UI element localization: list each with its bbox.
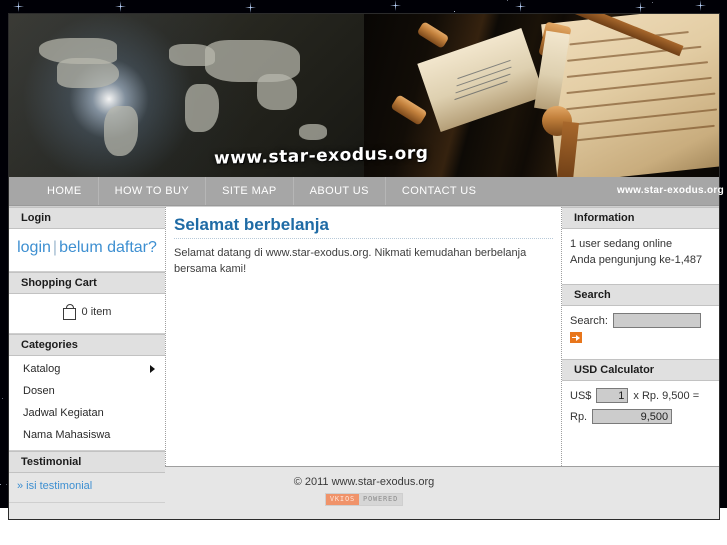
login-link[interactable]: login [17, 239, 51, 256]
information-panel: Information 1 user sedang online Anda pe… [562, 207, 719, 277]
badge-powered-label: POWERED [358, 494, 403, 505]
login-panel-body: login | belum daftar? [9, 229, 165, 271]
visitor-count-text: Anda pengunjung ke-1,487 [570, 254, 703, 266]
welcome-text: Selamat datang di www.star-exodus.org. N… [174, 247, 527, 275]
categories-title: Categories [9, 334, 165, 356]
usd-amount-input[interactable] [596, 388, 629, 403]
usd-rate-text: x Rp. 9,500 = [633, 389, 700, 402]
search-title: Search [562, 284, 719, 306]
shopping-bag-icon [62, 304, 76, 320]
nav-item-about-us[interactable]: ABOUT US [294, 177, 386, 205]
main-navigation: HOME HOW TO BUY SITE MAP ABOUT US CONTAC… [9, 177, 724, 206]
testimonial-link[interactable]: » isi testimonial [17, 480, 92, 492]
nav-item-how-to-buy[interactable]: HOW TO BUY [99, 177, 207, 205]
panel-spacer-2 [562, 352, 719, 359]
category-label: Dosen [23, 385, 55, 397]
category-item-katalog[interactable]: Katalog [9, 358, 165, 380]
shopping-cart-title: Shopping Cart [9, 272, 165, 294]
category-label: Nama Mahasiswa [23, 429, 111, 441]
search-input[interactable] [612, 313, 701, 328]
search-panel: Search Search: [562, 284, 719, 352]
page-title: Selamat berbelanja [174, 215, 553, 239]
nav-item-site-map[interactable]: SITE MAP [206, 177, 294, 205]
usd-calculator-title: USD Calculator [562, 359, 719, 381]
users-online-text: 1 user sedang online [570, 238, 673, 250]
shopping-cart-body[interactable]: 0 item [9, 294, 165, 333]
chevron-right-icon [150, 365, 155, 373]
categories-list: Katalog Dosen Jadwal Kegiatan Nama Mahas… [9, 356, 165, 450]
page-content: Login login | belum daftar? Shopping Cart … [9, 206, 719, 503]
login-panel: Login login | belum daftar? [9, 207, 165, 272]
categories-panel: Categories Katalog Dosen Jadwal Kegiatan… [9, 334, 165, 451]
category-label: Katalog [23, 363, 61, 375]
login-separator: | [52, 239, 58, 256]
right-sidebar: Information 1 user sedang online Anda pe… [562, 207, 719, 466]
site-banner: www.star-exodus.org [9, 14, 719, 177]
information-title: Information [562, 207, 719, 229]
usd-currency-label: US$ [570, 389, 592, 402]
category-item-jadwal-kegiatan[interactable]: Jadwal Kegiatan [9, 402, 165, 424]
search-submit-button[interactable] [570, 332, 582, 343]
usd-calculator-panel: USD Calculator US$ x Rp. 9,500 = Rp. [562, 359, 719, 439]
testimonial-body: » isi testimonial [9, 473, 165, 502]
register-link[interactable]: belum daftar? [59, 239, 157, 256]
badge-vendor-label: VKIOS [325, 494, 359, 505]
information-body: 1 user sedang online Anda pengunjung ke-… [562, 229, 719, 277]
cart-item-count: 0 item [81, 305, 112, 318]
nav-item-contact-us[interactable]: CONTACT US [386, 177, 493, 205]
login-panel-title: Login [9, 207, 165, 229]
category-item-nama-mahasiswa[interactable]: Nama Mahasiswa [9, 424, 165, 446]
testimonial-title: Testimonial [9, 451, 165, 473]
search-body: Search: [562, 306, 719, 352]
usd-result-label: Rp. [570, 410, 588, 423]
search-label: Search: [570, 314, 608, 327]
category-item-dosen[interactable]: Dosen [9, 380, 165, 402]
nav-item-home[interactable]: HOME [31, 177, 99, 205]
shopping-cart-panel: Shopping Cart 0 item [9, 272, 165, 334]
panel-spacer-1 [562, 277, 719, 284]
main-column: Selamat berbelanja Selamat datang di www… [166, 207, 562, 466]
left-sidebar: Login login | belum daftar? Shopping Cart … [9, 207, 166, 503]
nav-site-url: www.star-exodus.org [616, 185, 724, 196]
powered-by-badge[interactable]: VKIOS POWERED [324, 493, 404, 506]
usd-calculator-body: US$ x Rp. 9,500 = Rp. [562, 381, 719, 439]
usd-result-field [592, 409, 673, 424]
testimonial-panel: Testimonial » isi testimonial [9, 451, 165, 503]
category-label: Jadwal Kegiatan [23, 407, 104, 419]
site-page: www.star-exodus.org HOME HOW TO BUY SITE… [8, 13, 724, 520]
